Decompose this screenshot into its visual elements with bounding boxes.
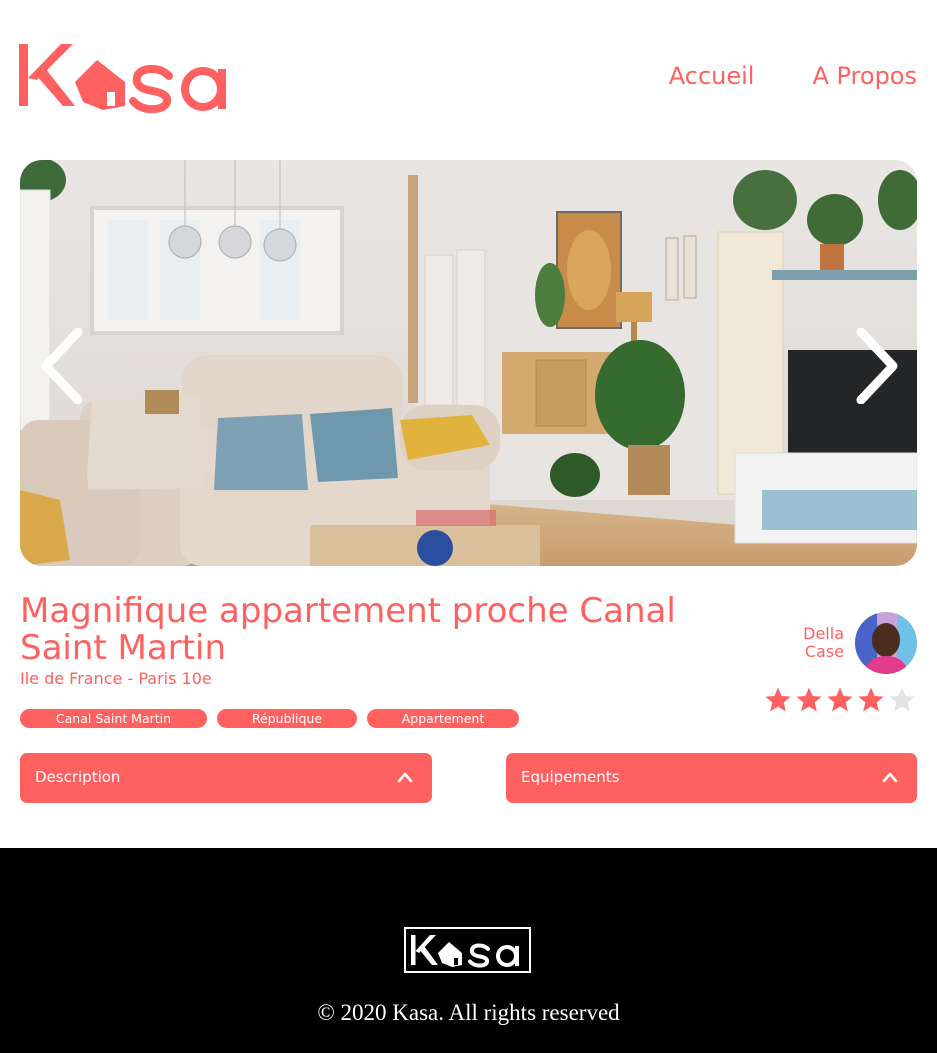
equipements-collapse[interactable]: Equipements (506, 753, 917, 803)
footer-logo (404, 927, 531, 973)
chevron-up-icon (882, 772, 898, 783)
image-carousel (20, 160, 917, 566)
chevron-right-icon (856, 327, 898, 405)
star-filled-icon (827, 687, 853, 712)
nav-link-a-propos[interactable]: A Propos (812, 62, 917, 90)
host-name: Della Case (770, 625, 844, 661)
star-filled-icon (796, 687, 822, 712)
host-last-name: Case (804, 642, 844, 661)
host-first-name: Della (803, 624, 844, 643)
tag: Appartement (367, 709, 519, 728)
listing-title: Magnifique appartement proche Canal Sain… (20, 591, 676, 668)
footer: © 2020 Kasa. All rights reserved (0, 848, 937, 1053)
carousel-prev-button[interactable] (40, 327, 86, 405)
tag: Canal Saint Martin (20, 709, 207, 728)
chevron-left-icon (41, 327, 83, 405)
kasa-logo[interactable] (19, 38, 229, 114)
rating-stars (764, 686, 916, 714)
nav-link-accueil[interactable]: Accueil (669, 62, 755, 90)
description-collapse-label: Description (35, 768, 121, 786)
listing-location: Ile de France - Paris 10e (20, 669, 212, 688)
host-avatar (855, 612, 917, 674)
chevron-up-icon (397, 772, 413, 783)
footer-logo-icon (411, 935, 519, 968)
equipements-collapse-label: Equipements (521, 768, 620, 786)
living-room-photo (20, 160, 917, 566)
description-collapse[interactable]: Description (20, 753, 432, 803)
header: Accueil A Propos (0, 0, 937, 140)
tag-list: Canal Saint Martin République Appartemen… (20, 709, 519, 728)
tag: République (217, 709, 357, 728)
star-filled-icon (858, 687, 884, 712)
star-empty-icon (889, 687, 915, 712)
host-avatar-image (855, 612, 917, 674)
main-nav: Accueil A Propos (669, 62, 917, 90)
carousel-next-button[interactable] (853, 327, 899, 405)
star-filled-icon (765, 687, 791, 712)
copyright-text: © 2020 Kasa. All rights reserved (317, 1000, 620, 1025)
kasa-logo-icon (19, 44, 226, 114)
